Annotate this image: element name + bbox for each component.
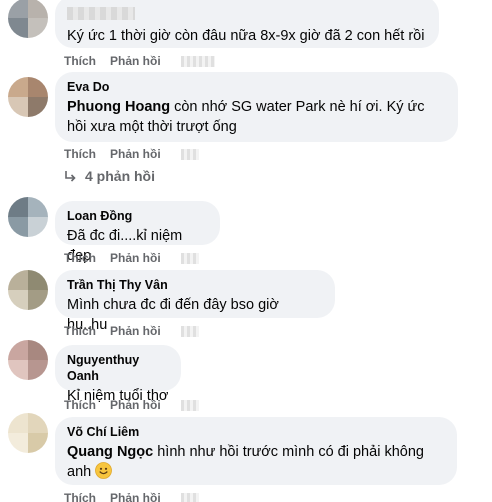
like-button[interactable]: Thích: [64, 324, 96, 338]
reply-button[interactable]: Phản hồi: [110, 54, 161, 68]
like-button[interactable]: Thích: [64, 54, 96, 68]
comment-bubble: Loan Đồng Đã đc đi....kỉ niệm đẹp: [55, 201, 220, 264]
avatar[interactable]: [8, 413, 48, 453]
timestamp[interactable]: [180, 492, 199, 502]
comment-text: Phuong Hoang còn nhớ SG water Park nè hí…: [67, 97, 446, 137]
comment-author[interactable]: Nguyenthuy Oanh: [67, 352, 169, 384]
blurred-author-name[interactable]: [67, 7, 135, 20]
reply-button[interactable]: Phản hồi: [110, 398, 161, 412]
mention-tag[interactable]: Quang Ngọc: [67, 444, 153, 460]
comment-bubble: Võ Chí Liêm Quang Ngọc hình như hồi trướ…: [55, 417, 457, 485]
timestamp[interactable]: [180, 148, 199, 160]
avatar[interactable]: [8, 77, 48, 117]
comment-actions: Thích Phản hồi: [64, 490, 199, 502]
avatar[interactable]: [8, 197, 48, 237]
smiling-face-icon: [95, 462, 113, 479]
reply-button[interactable]: Phản hồi: [110, 324, 161, 338]
comment-bubble: Ký ức 1 thời giờ còn đâu nữa 8x-9x giờ đ…: [55, 0, 439, 48]
avatar[interactable]: [8, 0, 48, 38]
timestamp[interactable]: [180, 55, 215, 67]
comment-actions: Thích Phản hồi: [64, 250, 199, 266]
avatar[interactable]: [8, 270, 48, 310]
reply-arrow-icon: [65, 170, 76, 182]
comment-bubble: Eva Do Phuong Hoang còn nhớ SG water Par…: [55, 72, 458, 142]
comment-text: Ký ức 1 thời giờ còn đâu nữa 8x-9x giờ đ…: [67, 28, 425, 44]
timestamp[interactable]: [180, 325, 199, 337]
replies-count: 4 phản hồi: [85, 168, 155, 184]
like-button[interactable]: Thích: [64, 251, 96, 265]
view-replies-link[interactable]: 4 phản hồi: [64, 168, 155, 184]
like-button[interactable]: Thích: [64, 398, 96, 412]
comment-bubble: Trần Thị Thy Vân Mình chưa đc đi đến đây…: [55, 270, 335, 333]
comment-text: Quang Ngọc hình như hồi trước mình có đi…: [67, 442, 445, 482]
comment-author[interactable]: Loan Đồng: [67, 208, 208, 224]
comments-section: Ký ức 1 thời giờ còn đâu nữa 8x-9x giờ đ…: [0, 0, 492, 502]
timestamp[interactable]: [180, 399, 199, 411]
comment-actions: Thích Phản hồi: [64, 146, 199, 162]
comment-author[interactable]: Eva Do: [67, 79, 446, 95]
like-button[interactable]: Thích: [64, 147, 96, 161]
comment-bubble: Nguyenthuy Oanh Kỉ niệm tuổi thơ: [55, 345, 181, 404]
comment-actions: Thích Phản hồi: [64, 323, 199, 339]
comment-actions: Thích Phản hồi: [64, 397, 199, 413]
comment-author[interactable]: Võ Chí Liêm: [67, 424, 445, 440]
timestamp[interactable]: [180, 252, 199, 264]
like-button[interactable]: Thích: [64, 491, 96, 502]
reply-button[interactable]: Phản hồi: [110, 491, 161, 502]
avatar[interactable]: [8, 340, 48, 380]
comment-actions: Thích Phản hồi: [64, 53, 215, 69]
mention-tag[interactable]: Phuong Hoang: [67, 99, 170, 115]
reply-button[interactable]: Phản hồi: [110, 251, 161, 265]
reply-button[interactable]: Phản hồi: [110, 147, 161, 161]
comment-author[interactable]: Trần Thị Thy Vân: [67, 277, 323, 293]
